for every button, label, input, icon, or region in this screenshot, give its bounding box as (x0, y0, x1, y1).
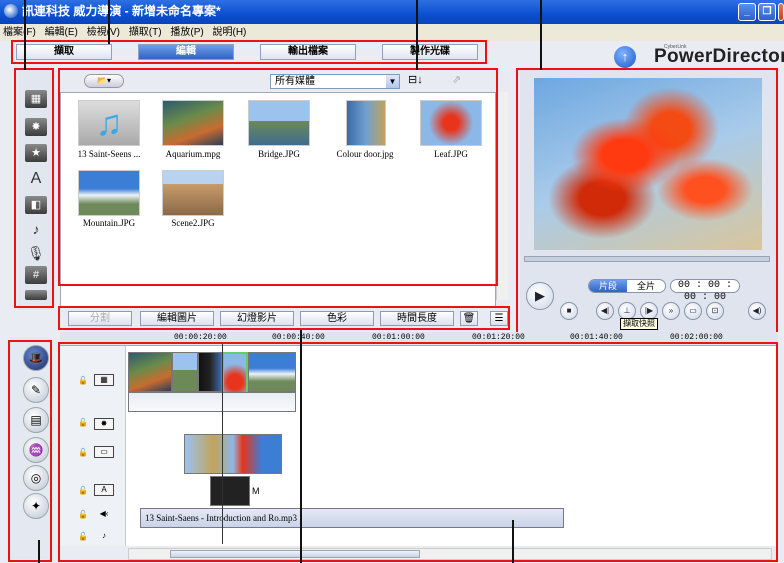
minimize-button[interactable]: _ (738, 3, 756, 21)
app-icon (4, 4, 18, 18)
annotation-line (416, 0, 418, 70)
menu-capture[interactable]: 擷取(T) (129, 27, 162, 38)
menu-file[interactable]: 檔案(F) (3, 27, 36, 38)
brand-name: PowerDirector (654, 46, 784, 67)
menu-bar: 檔案(F) 編輯(E) 檢視(V) 擷取(T) 播放(P) 說明(H) (0, 24, 784, 41)
ruler-tick: 00:01:40:00 (570, 333, 623, 342)
ruler-tick: 00:00:20:00 (174, 333, 227, 342)
menu-play[interactable]: 播放(P) (170, 27, 203, 38)
annotation-line (300, 330, 302, 563)
ruler-tick: 00:02:00:00 (670, 333, 723, 342)
window-title: 訊連科技 威力導演 - 新增未命名專案* (22, 4, 221, 18)
tools-bar-highlight (8, 340, 52, 562)
close-button[interactable] (778, 3, 784, 21)
annotation-line (108, 0, 110, 44)
menu-edit[interactable]: 編輯(E) (45, 27, 78, 38)
ruler-tick: 00:00:40:00 (272, 333, 325, 342)
annotation-line (540, 0, 542, 70)
annotation-line (38, 540, 40, 563)
annotation-line (512, 520, 514, 563)
library-highlight (58, 68, 498, 286)
ruler-tick: 00:01:20:00 (472, 333, 525, 342)
menu-view[interactable]: 檢視(V) (87, 27, 120, 38)
title-bar: 訊連科技 威力導演 - 新增未命名專案* _ ❐ (0, 0, 784, 24)
ruler-tick: 00:01:00:00 (372, 333, 425, 342)
room-toolbar-highlight (14, 68, 54, 308)
powerdirector-logo-icon: ↑ (614, 46, 636, 68)
menu-help[interactable]: 說明(H) (213, 27, 247, 38)
restore-button[interactable]: ❐ (758, 3, 776, 21)
edit-toolbar-highlight (58, 306, 510, 330)
annotation-line (24, 0, 26, 70)
timeline-highlight (58, 342, 778, 562)
preview-highlight (516, 68, 778, 338)
